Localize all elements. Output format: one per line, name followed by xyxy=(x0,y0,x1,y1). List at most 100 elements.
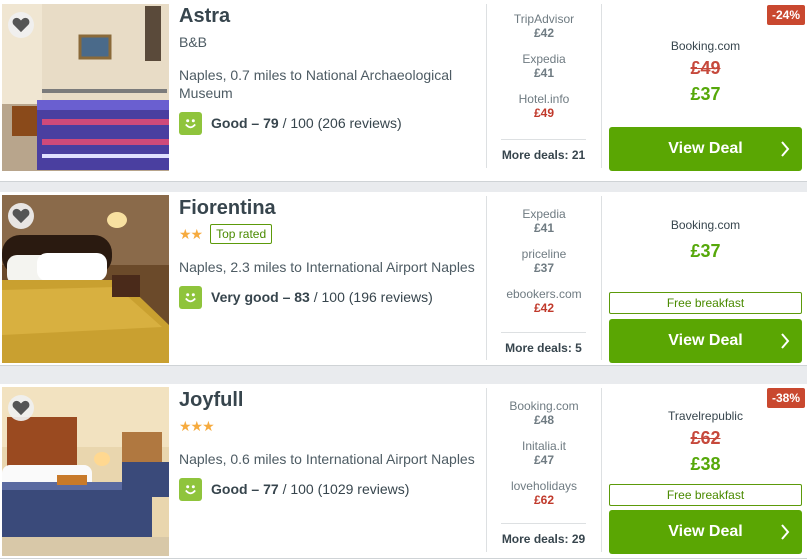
deal-price: £41 xyxy=(533,221,555,235)
more-deals-link[interactable]: More deals: 21 xyxy=(501,139,586,162)
star-rating: ★★ xyxy=(179,225,203,242)
hotel-photo[interactable] xyxy=(2,195,169,363)
best-offer: Booking.com £37 xyxy=(609,218,802,262)
hotel-meta: B&B xyxy=(179,30,479,54)
deal-site: Initalia.it xyxy=(521,439,567,453)
offer-price: £37 xyxy=(690,84,721,104)
deal-price: £48 xyxy=(533,413,555,427)
rating-text: Good – 77 / 100 (1029 reviews) xyxy=(211,481,409,497)
column-divider xyxy=(601,388,602,552)
hotel-info: Fiorentina ★★ Top rated Naples, 2.3 mile… xyxy=(179,196,479,309)
best-offer: Booking.com £49 £37 xyxy=(609,39,802,105)
offer-site: Booking.com xyxy=(670,218,741,232)
hotel-location: Naples, 0.6 miles to International Airpo… xyxy=(179,451,475,467)
rating-row[interactable]: Good – 77 / 100 (1029 reviews) xyxy=(179,477,479,501)
view-deal-label: View Deal xyxy=(668,332,743,349)
deal-price: £41 xyxy=(533,66,555,80)
other-deals: TripAdvisor £42 Expedia £41 Hotel.info £… xyxy=(487,12,601,132)
deal-item[interactable]: Hotel.info £49 xyxy=(487,92,601,132)
rating-details: / 100 (206 reviews) xyxy=(278,115,402,131)
column-divider xyxy=(601,196,602,360)
rating-row[interactable]: Good – 79 / 100 (206 reviews) xyxy=(179,111,479,135)
deal-site: TripAdvisor xyxy=(513,12,575,26)
hotel-location: Naples, 0.7 miles to National Archaeolog… xyxy=(179,67,453,101)
old-price: £49 xyxy=(690,58,721,78)
best-offer: Travelrepublic £62 £38 xyxy=(609,409,802,475)
rating-text: Good – 79 / 100 (206 reviews) xyxy=(211,115,402,131)
column-divider xyxy=(601,4,602,168)
rating-text: Very good – 83 / 100 (196 reviews) xyxy=(211,289,433,305)
hotel-info: Joyfull ★★★ Naples, 0.6 miles to Interna… xyxy=(179,388,479,501)
star-rating: ★★★ xyxy=(179,417,215,434)
deal-price: £49 xyxy=(533,106,555,120)
offer-site: Travelrepublic xyxy=(668,409,743,423)
free-breakfast-badge: Free breakfast xyxy=(609,484,802,506)
hotel-card: Fiorentina ★★ Top rated Naples, 2.3 mile… xyxy=(0,192,807,366)
deal-item[interactable]: Booking.com £48 xyxy=(487,399,601,439)
deal-item[interactable]: ebookers.com £42 xyxy=(487,287,601,327)
smiley-icon xyxy=(179,111,202,135)
more-deals-link[interactable]: More deals: 29 xyxy=(501,523,586,546)
other-deals: Expedia £41 priceline £37 ebookers.com £… xyxy=(487,207,601,327)
view-deal-label: View Deal xyxy=(668,140,743,157)
deal-item[interactable]: Initalia.it £47 xyxy=(487,439,601,479)
offer-price: £37 xyxy=(690,241,721,261)
hotel-name[interactable]: Astra xyxy=(179,4,479,28)
rating-label: Good – 79 xyxy=(211,115,279,131)
offer-site: Booking.com xyxy=(670,39,741,53)
rating-details: / 100 (196 reviews) xyxy=(309,289,433,305)
view-deal-label: View Deal xyxy=(668,523,743,540)
top-rated-badge: Top rated xyxy=(210,224,273,244)
deal-item[interactable]: loveholidays £62 xyxy=(487,479,601,519)
more-deals-link[interactable]: More deals: 5 xyxy=(501,332,586,355)
rating-label: Very good – 83 xyxy=(211,289,310,305)
deal-item[interactable]: Expedia £41 xyxy=(487,52,601,92)
hotel-name[interactable]: Fiorentina xyxy=(179,196,479,220)
offer-price: £38 xyxy=(690,454,721,474)
deal-site: Hotel.info xyxy=(518,92,570,106)
view-deal-button[interactable]: View Deal xyxy=(609,319,802,363)
view-deal-button[interactable]: View Deal xyxy=(609,510,802,554)
other-deals: Booking.com £48 Initalia.it £47 loveholi… xyxy=(487,399,601,519)
deal-site: Booking.com xyxy=(509,399,579,413)
deal-price: £42 xyxy=(533,301,555,315)
old-price: £62 xyxy=(690,428,721,448)
deal-price: £47 xyxy=(533,453,555,467)
accommodation-type: B&B xyxy=(179,34,208,50)
hotel-card: Joyfull ★★★ Naples, 0.6 miles to Interna… xyxy=(0,384,807,559)
rating-label: Good – 77 xyxy=(211,481,279,497)
hotel-card: Astra B&B Naples, 0.7 miles to National … xyxy=(0,0,807,182)
favorite-heart-icon[interactable] xyxy=(8,395,34,421)
chevron-right-icon xyxy=(781,524,790,540)
deal-price: £37 xyxy=(533,261,555,275)
free-breakfast-badge: Free breakfast xyxy=(609,292,802,314)
hotel-meta: ★★ Top rated xyxy=(179,222,479,246)
hotel-photo[interactable] xyxy=(2,387,169,556)
hotel-name[interactable]: Joyfull xyxy=(179,388,479,412)
view-deal-button[interactable]: View Deal xyxy=(609,127,802,171)
rating-row[interactable]: Very good – 83 / 100 (196 reviews) xyxy=(179,285,479,309)
smiley-icon xyxy=(179,477,202,501)
hotel-location: Naples, 2.3 miles to International Airpo… xyxy=(179,259,475,275)
deal-site: ebookers.com xyxy=(506,287,582,301)
chevron-right-icon xyxy=(781,141,790,157)
deal-item[interactable]: TripAdvisor £42 xyxy=(487,12,601,52)
deal-site: priceline xyxy=(521,247,567,261)
hotel-meta: ★★★ xyxy=(179,414,479,438)
smiley-icon xyxy=(179,285,202,309)
deal-site: Expedia xyxy=(522,207,566,221)
deal-item[interactable]: priceline £37 xyxy=(487,247,601,287)
deal-price: £42 xyxy=(533,26,555,40)
favorite-heart-icon[interactable] xyxy=(8,203,34,229)
chevron-right-icon xyxy=(781,333,790,349)
hotel-info: Astra B&B Naples, 0.7 miles to National … xyxy=(179,4,479,135)
favorite-heart-icon[interactable] xyxy=(8,12,34,38)
deal-item[interactable]: Expedia £41 xyxy=(487,207,601,247)
discount-badge: -24% xyxy=(766,5,805,25)
deal-site: Expedia xyxy=(522,52,566,66)
deal-price: £62 xyxy=(533,493,555,507)
discount-badge: -38% xyxy=(766,388,805,408)
rating-details: / 100 (1029 reviews) xyxy=(278,481,410,497)
hotel-photo[interactable] xyxy=(2,4,169,171)
deal-site: loveholidays xyxy=(510,479,578,493)
